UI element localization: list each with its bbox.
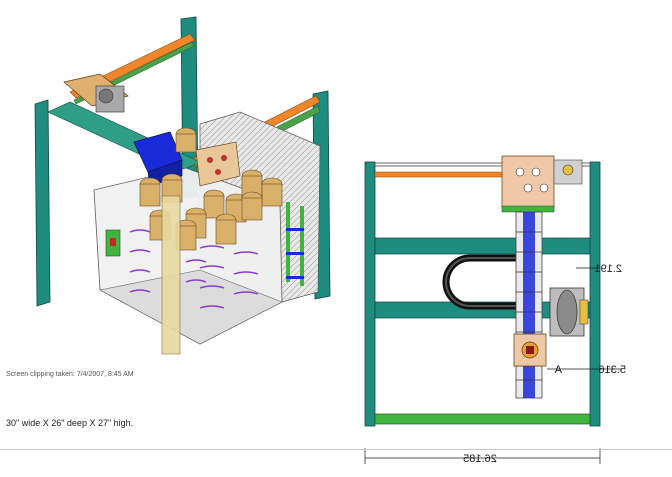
carriage-hole	[515, 167, 525, 177]
dim-label-width: 26.185	[463, 453, 497, 465]
gripper-bolt	[207, 157, 213, 163]
mast-blue-track	[523, 212, 535, 398]
carriage-green-plate	[501, 205, 555, 213]
gripper-bolt	[221, 155, 227, 161]
carriage-hole	[523, 183, 533, 193]
cable-loop	[442, 254, 516, 310]
frame-left-post	[364, 161, 376, 427]
frame-right-post	[589, 161, 601, 427]
motor-drum	[556, 289, 578, 335]
left-post	[34, 99, 51, 307]
isometric-view	[34, 16, 331, 355]
gripper-core	[526, 346, 534, 354]
dim-label-letter: A	[554, 364, 562, 376]
frame-base	[374, 413, 591, 425]
carriage-hole	[539, 183, 549, 193]
gripper-bolt	[215, 169, 221, 175]
dim-label-mid: 5.316	[598, 364, 626, 376]
front-column	[161, 195, 181, 355]
bottom-divider	[0, 449, 672, 450]
dim-label-top: 2.191	[594, 263, 622, 275]
ortho-carriage	[501, 155, 555, 209]
motor-hub	[98, 88, 114, 104]
drive-indicator	[110, 238, 116, 246]
frame-crossbar-upper	[374, 237, 591, 255]
size-caption: 30" wide X 26" deep X 27" high.	[6, 418, 134, 428]
cap-knob	[562, 164, 574, 176]
orthographic-view: 2.191 5.316 A 26.185	[364, 155, 626, 465]
drawing-canvas: 2.191 5.316 A 26.185	[34, 16, 626, 465]
clipping-caption: Screen clipping taken: 7/4/2007, 8:45 AM	[6, 371, 134, 378]
ortho-orange-rail	[374, 171, 512, 178]
carriage-hole	[531, 167, 541, 177]
motor-end-cap	[579, 299, 589, 325]
